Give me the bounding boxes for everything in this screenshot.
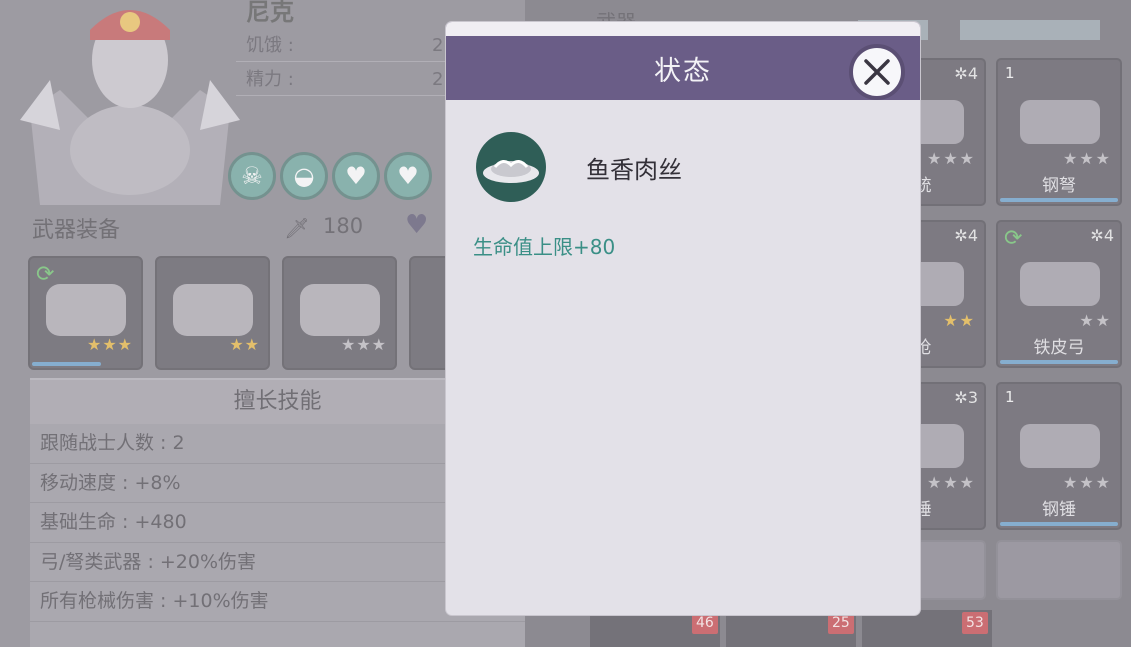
food-item: 鱼香肉丝 [476, 132, 682, 202]
dialog-title: 状态 [654, 55, 712, 87]
food-name: 鱼香肉丝 [586, 155, 682, 184]
dialog-header: 状态 [446, 22, 920, 100]
status-dialog: 状态 鱼香肉丝 生命值上限+80 [446, 22, 920, 615]
effect-text: 生命值上限+80 [473, 235, 616, 259]
close-button[interactable] [849, 44, 905, 100]
dish-icon [476, 132, 546, 202]
close-icon [864, 59, 890, 85]
